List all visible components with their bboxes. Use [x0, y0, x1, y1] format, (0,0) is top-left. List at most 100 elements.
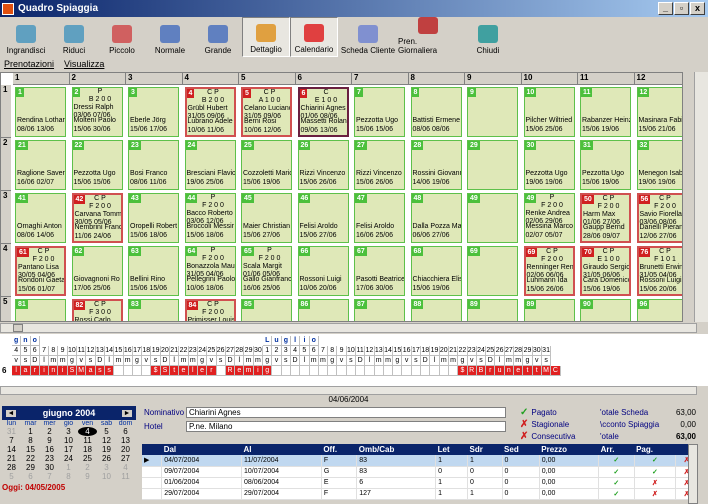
calendar-day[interactable]: 25: [78, 454, 97, 463]
umbrella-cell[interactable]: 8 Battisti Ermene 08/06 08/06: [410, 87, 462, 137]
grid-vertical-scrollbar[interactable]: [694, 72, 708, 322]
toolbar-button-3[interactable]: Normale: [146, 17, 194, 57]
umbrella-cell[interactable]: 84 C PF 2 0 0 Primisser Louis: [184, 299, 236, 321]
umbrella-cell[interactable]: 46 Felisi Aroldo 15/06 27/06: [297, 193, 349, 243]
calendar-day[interactable]: 4: [78, 427, 97, 436]
umbrella-cell[interactable]: 21 Raglione Saver 16/06 02/07: [15, 140, 66, 190]
calendar-day[interactable]: 23: [40, 454, 59, 463]
calendar-day[interactable]: 11: [116, 472, 135, 481]
umbrella-cell[interactable]: 31 Pezzotta Ugo 15/06 19/06: [580, 140, 631, 190]
table-header[interactable]: Al: [241, 444, 322, 455]
umbrella-cell[interactable]: 3 Eberle Jörg 15/06 17/06: [128, 87, 179, 137]
calendar-day[interactable]: 18: [78, 445, 97, 454]
toolbar-button-1[interactable]: Riduci: [50, 17, 98, 57]
umbrella-cell[interactable]: 29: [467, 140, 518, 190]
umbrella-cell[interactable]: 96: [636, 299, 682, 321]
umbrella-cell[interactable]: 10 Pilcher Wiltried 15/06 25/06: [523, 87, 575, 137]
toolbar-button-5[interactable]: Dettaglio: [242, 17, 290, 57]
calendar-day[interactable]: 1: [21, 427, 40, 436]
umbrella-cell[interactable]: 56 C PF 2 0 0 Savio Fiorella 03/06 08/06 Dan…: [636, 193, 682, 243]
table-row[interactable]: 09/07/2004 10/07/2004 G 83 0 0 0 0,00 ✓ ✓ ✗: [142, 466, 698, 478]
umbrella-cell[interactable]: 90: [580, 299, 631, 321]
table-scrollbar[interactable]: [688, 444, 698, 504]
hotel-field[interactable]: P.ne. Milano: [186, 421, 506, 432]
umbrella-cell[interactable]: 12 Masinara Fabio 15/06 21/06: [636, 87, 682, 137]
calendar-day[interactable]: 19: [97, 445, 116, 454]
umbrella-cell[interactable]: 89: [523, 299, 575, 321]
umbrella-cell[interactable]: 45 Maier Christian 15/06 27/06: [241, 193, 292, 243]
umbrella-cell[interactable]: 88: [410, 299, 462, 321]
calendar-day[interactable]: 27: [116, 454, 135, 463]
calendar-day[interactable]: 22: [21, 454, 40, 463]
umbrella-cell[interactable]: 85: [241, 299, 292, 321]
umbrella-cell[interactable]: 27 Rizzi Vincenzo 15/06 26/06: [354, 140, 405, 190]
umbrella-cell[interactable]: 44 P F 2 0 0 Bacco Roberto 03/06 12/06 Brocco…: [184, 193, 236, 243]
toolbar-button-6[interactable]: Calendario: [290, 17, 338, 57]
nominativo-field[interactable]: Chiarini Agnes: [186, 407, 506, 418]
umbrella-cell[interactable]: 63 Bellini Rino 15/06 15/06: [128, 246, 179, 296]
calendar-day[interactable]: 15: [21, 445, 40, 454]
menu-prenotazioni[interactable]: Prenotazioni: [4, 59, 54, 71]
calendar-day[interactable]: 7: [40, 472, 59, 481]
umbrella-cell[interactable]: 65 P F 2 0 0 Scala Margit 01/06 05/06 Gallo G…: [241, 246, 292, 296]
toolbar-button-0[interactable]: Ingrandisci: [2, 17, 50, 57]
calendar-day[interactable]: 9: [40, 436, 59, 445]
table-header[interactable]: Arr.: [598, 444, 635, 455]
umbrella-cell[interactable]: 24 Bresciani Flavio 19/06 25/06: [184, 140, 236, 190]
table-header[interactable]: Pag.: [634, 444, 676, 455]
calendar-day[interactable]: 20: [116, 445, 135, 454]
prev-month-button[interactable]: ◄: [6, 409, 16, 417]
today-link[interactable]: Oggi: 04/05/2005: [2, 483, 138, 492]
umbrella-cell[interactable]: 4C PB 2 0 0 Grübl Hubert 31/05 09/06 Lubran…: [184, 87, 236, 137]
umbrella-cell[interactable]: 43 Oropelli Robert 15/06 18/06: [128, 193, 179, 243]
umbrella-cell[interactable]: 47 Felisi Aroldo 16/06 25/06: [354, 193, 405, 243]
table-header[interactable]: Prezzo: [539, 444, 599, 455]
scroll-thumb[interactable]: [13, 324, 23, 332]
umbrella-cell[interactable]: 67 Pasotti Beatrice 17/06 30/06: [354, 246, 405, 296]
umbrella-cell[interactable]: 61 C PF 2 0 0 Pantano Lisa 30/05 04/06 Rondo…: [15, 246, 66, 296]
umbrella-cell[interactable]: 32 Menegon Isabe 19/06 19/06: [636, 140, 682, 190]
toolbar-button-4[interactable]: Grande: [194, 17, 242, 57]
umbrella-cell[interactable]: 70 C PE 1 0 0 Giraudo Sergio 31/05 06/06 Car…: [580, 246, 631, 296]
calendar-day[interactable]: 6: [116, 427, 135, 436]
maximize-button[interactable]: ▫: [674, 2, 689, 15]
umbrella-cell[interactable]: 69 C PF 2 0 0 Renninger Renz 02/06 06/06 Luh…: [523, 246, 575, 296]
calendar-day[interactable]: 14: [2, 445, 21, 454]
umbrella-cell[interactable]: 28 Rossini Giovanni 14/06 19/06: [410, 140, 462, 190]
calendar-day[interactable]: 1: [59, 463, 78, 472]
close-button[interactable]: x: [690, 2, 705, 15]
umbrella-cell[interactable]: 6CE 1 0 0 Chiarini Agnes 01/06 08/06 Masset…: [297, 87, 349, 137]
minimize-button[interactable]: _: [658, 2, 673, 15]
umbrella-cell[interactable]: 68 Chiacchiera Elis 15/06 19/06: [410, 246, 462, 296]
umbrella-cell[interactable]: 9: [467, 87, 518, 137]
calendar-day[interactable]: 11: [78, 436, 97, 445]
table-header[interactable]: Off.: [321, 444, 357, 455]
calendar-day[interactable]: 8: [59, 472, 78, 481]
umbrella-cell[interactable]: 7 Pezzotta Ugo 15/06 15/06: [354, 87, 405, 137]
calendar-day[interactable]: 16: [40, 445, 59, 454]
calendar-day[interactable]: 10: [97, 472, 116, 481]
umbrella-cell[interactable]: 66 Rossoni Luigi 10/06 20/06: [297, 246, 349, 296]
toolbar-button-8[interactable]: Pren. Giornaliera: [398, 17, 458, 57]
calendar-day[interactable]: 5: [97, 427, 116, 436]
calendar-day[interactable]: 2: [40, 427, 59, 436]
umbrella-cell[interactable]: 76 C PF 1 0 1 Brunetti Erwin 31/05 04/06 Ros…: [636, 246, 682, 296]
calendar-day[interactable]: 8: [21, 436, 40, 445]
umbrella-cell[interactable]: 49 P F 2 0 0 Renke Andrea 02/06 29/06 Messina…: [523, 193, 575, 243]
umbrella-cell[interactable]: 1 Rendina Lothar 08/06 13/06: [15, 87, 66, 137]
table-header[interactable]: Sed: [502, 444, 540, 455]
umbrella-cell[interactable]: 11 Rabanzer Heinz 15/06 19/06: [580, 87, 631, 137]
toolbar-button-7[interactable]: Scheda Cliente: [338, 17, 398, 57]
calendar-day[interactable]: 7: [2, 436, 21, 445]
next-month-button[interactable]: ►: [121, 409, 132, 417]
umbrella-cell[interactable]: 23 Bosi Franco 08/06 11/06: [128, 140, 179, 190]
toolbar-button-2[interactable]: Piccolo: [98, 17, 146, 57]
umbrella-cell[interactable]: 89: [467, 299, 518, 321]
umbrella-cell[interactable]: 87: [354, 299, 405, 321]
umbrella-cell[interactable]: 48 Dalla Pozza Ma 06/06 27/06: [410, 193, 462, 243]
umbrella-cell[interactable]: 2PB 2 0 0 Dressi Ralph 03/06 07/06 Molteni …: [71, 87, 123, 137]
table-header[interactable]: Dal: [161, 444, 242, 455]
umbrella-cell[interactable]: 83: [128, 299, 179, 321]
calendar-day[interactable]: 12: [97, 436, 116, 445]
calendar-day[interactable]: 21: [2, 454, 21, 463]
